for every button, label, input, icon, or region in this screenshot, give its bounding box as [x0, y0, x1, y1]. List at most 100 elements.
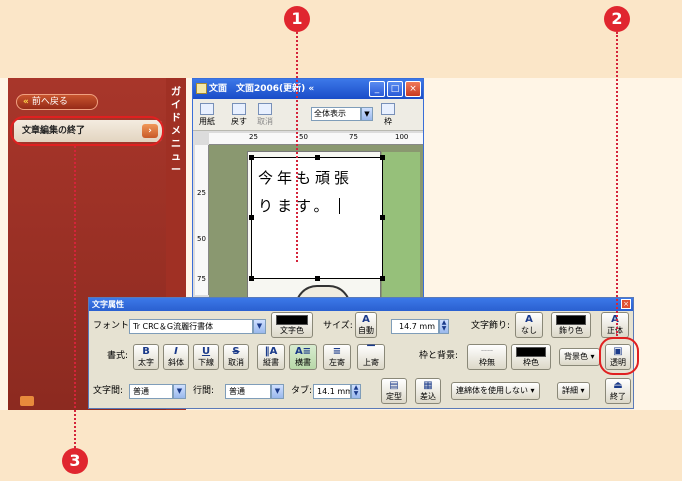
- text-color-label: 文字色: [280, 326, 304, 335]
- resize-handle[interactable]: [315, 155, 320, 160]
- document-window-title: 文面 文面2006(更新) «: [209, 84, 315, 94]
- bold-button[interactable]: B 太字: [133, 344, 159, 370]
- text-decoration-icon: A: [525, 314, 533, 325]
- redo-label: 取消: [257, 117, 273, 126]
- decoration-color-label: 飾り色: [559, 326, 583, 335]
- upright-label: 正体: [607, 326, 623, 335]
- redo-button[interactable]: 取消: [257, 103, 273, 127]
- text-caret: [338, 198, 340, 214]
- resize-handle[interactable]: [249, 276, 254, 281]
- background-color-button[interactable]: 背景色 ▾: [559, 348, 600, 366]
- frame-color-button[interactable]: 枠色: [511, 344, 551, 370]
- frame-background-label: 枠と背景:: [419, 351, 459, 361]
- italic-label: 斜体: [168, 358, 184, 367]
- insert-button[interactable]: ▦ 差込: [415, 378, 441, 404]
- ligature-button[interactable]: 連綿体を使用しない ▾: [451, 382, 540, 400]
- tab-spinner[interactable]: ▲ ▼: [351, 384, 361, 399]
- callout-1-leader: [296, 32, 298, 262]
- italic-button[interactable]: I 斜体: [163, 344, 189, 370]
- callout-3: 3: [62, 448, 88, 474]
- document-toolbar: 用紙 戻す 取消 全体表示 ▼ 枠: [193, 99, 423, 131]
- line-spacing-dropdown-icon[interactable]: ▼: [271, 384, 284, 399]
- text-attributes-title: 文字属性: [89, 298, 633, 311]
- size-auto-button[interactable]: A 自動: [355, 312, 377, 338]
- callout-2: 2: [604, 6, 630, 32]
- finish-button[interactable]: ⏏ 終了: [605, 378, 631, 404]
- style-label: 書式:: [107, 351, 129, 361]
- underline-icon: U: [201, 346, 211, 357]
- maximize-button[interactable]: □: [387, 81, 403, 97]
- ruler-mark: 75: [349, 133, 358, 141]
- view-select[interactable]: 全体表示: [311, 107, 361, 121]
- text-color-swatch: [276, 315, 308, 325]
- detail-label: 詳細: [562, 386, 578, 395]
- bottom-band: [0, 410, 682, 481]
- align-top-label: 上寄: [363, 358, 379, 367]
- resize-handle[interactable]: [315, 276, 320, 281]
- frame-icon: [381, 103, 395, 115]
- vertical-writing-label: 縦書: [263, 358, 279, 367]
- guide-menu-tab[interactable]: ガイドメニュー: [168, 86, 184, 177]
- insert-label: 差込: [420, 392, 436, 401]
- text-box[interactable]: 今年も頑張 ります。: [251, 157, 383, 279]
- resize-handle[interactable]: [380, 276, 385, 281]
- ruler-mark: 50: [197, 235, 206, 243]
- align-top-button[interactable]: ▔ 上寄: [357, 344, 385, 370]
- document-icon: [196, 83, 207, 94]
- document-window: 文面 文面2006(更新) « _ □ × 用紙 戻す 取消 全体表示 ▼ 枠 …: [192, 78, 424, 312]
- detail-button[interactable]: 詳細 ▾: [557, 382, 590, 400]
- strikethrough-button[interactable]: S 取消: [223, 344, 249, 370]
- vertical-writing-button[interactable]: ‖A 縦書: [257, 344, 285, 370]
- font-select[interactable]: Tr CRC＆G流麗行書体: [129, 319, 253, 334]
- fixed-template-button[interactable]: ▤ 定型: [381, 378, 407, 404]
- document-canvas[interactable]: 今年も頑張 ります。: [209, 145, 423, 312]
- character-spacing-select[interactable]: 普通: [129, 384, 173, 399]
- view-select-dropdown-icon[interactable]: ▼: [361, 107, 373, 121]
- line-spacing-label: 行間:: [193, 386, 215, 396]
- italic-icon: I: [174, 346, 178, 357]
- upright-icon: A: [611, 314, 619, 325]
- resize-handle[interactable]: [249, 155, 254, 160]
- horizontal-ruler: 25 50 75 100: [209, 133, 423, 145]
- panel-close-button[interactable]: ×: [621, 299, 631, 309]
- frame-none-button[interactable]: ┄┄ 枠無: [467, 344, 507, 370]
- align-left-button[interactable]: ≡ 左寄: [323, 344, 351, 370]
- text-attributes-panel: 文字属性 × フォント: Tr CRC＆G流麗行書体 ▼ 文字色 サイズ: A自…: [88, 297, 634, 409]
- underline-button[interactable]: U 下線: [193, 344, 219, 370]
- resize-handle[interactable]: [380, 155, 385, 160]
- back-button[interactable]: «前へ戻る: [16, 94, 98, 110]
- vertical-ruler: 25 50 75: [195, 145, 209, 295]
- frame-button[interactable]: 枠: [381, 103, 395, 127]
- tab-input[interactable]: 14.1 mm: [313, 384, 351, 399]
- text-line-1: 今年も頑張: [258, 169, 354, 187]
- size-input[interactable]: 14.7 mm: [391, 319, 439, 334]
- decoration-color-button[interactable]: 飾り色: [551, 312, 591, 338]
- undo-label: 戻す: [231, 117, 247, 126]
- upright-button[interactable]: A 正体: [601, 312, 629, 338]
- size-spinner[interactable]: ▲ ▼: [439, 319, 449, 334]
- horizontal-writing-button[interactable]: A≡ 横書: [289, 344, 317, 370]
- frame-color-swatch: [516, 347, 546, 357]
- resize-handle[interactable]: [380, 215, 385, 220]
- vertical-writing-icon: ‖A: [264, 346, 278, 357]
- ruler-mark: 100: [395, 133, 409, 141]
- frame-label: 枠: [384, 117, 392, 126]
- paper-button[interactable]: 用紙: [199, 103, 215, 127]
- minimize-button[interactable]: _: [369, 81, 385, 97]
- decoration-none-button[interactable]: A なし: [515, 312, 543, 338]
- undo-button[interactable]: 戻す: [231, 103, 247, 127]
- text-color-button[interactable]: 文字色: [271, 312, 313, 338]
- frame-none-label: 枠無: [479, 358, 495, 367]
- align-left-icon: ≡: [332, 346, 342, 357]
- fixed-template-label: 定型: [386, 392, 402, 401]
- character-spacing-dropdown-icon[interactable]: ▼: [173, 384, 186, 399]
- insert-icon: ▦: [423, 380, 433, 391]
- line-spacing-select[interactable]: 普通: [225, 384, 271, 399]
- font-dropdown-icon[interactable]: ▼: [253, 319, 266, 334]
- close-button[interactable]: ×: [405, 81, 421, 97]
- resize-handle[interactable]: [249, 215, 254, 220]
- back-button-label: 前へ戻る: [31, 97, 68, 107]
- fixed-template-icon: ▤: [389, 380, 399, 391]
- align-left-label: 左寄: [329, 358, 345, 367]
- tab-label: タブ:: [291, 386, 313, 396]
